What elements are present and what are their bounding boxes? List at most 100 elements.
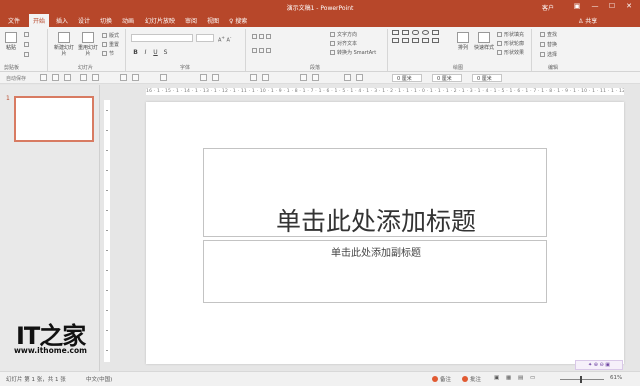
autosave-label[interactable]: 自动保存 xyxy=(6,75,26,82)
format-painter-button[interactable] xyxy=(24,52,31,58)
paste-button[interactable]: 粘贴 xyxy=(2,32,20,51)
redo-icon[interactable] xyxy=(64,74,71,81)
shape-size-box[interactable]: 0 厘米 xyxy=(472,74,502,82)
slide-thumbnail[interactable] xyxy=(14,96,94,142)
font-size-combo[interactable] xyxy=(196,34,214,42)
tab-transitions[interactable]: 切换 xyxy=(100,16,112,25)
rectangle-shape-icon[interactable] xyxy=(392,30,399,35)
crop-icon[interactable] xyxy=(212,74,219,81)
cut-icon xyxy=(24,32,29,37)
shapes-gallery[interactable] xyxy=(392,30,450,54)
touch-mode-icon[interactable] xyxy=(92,74,99,81)
zoom-slider-knob[interactable] xyxy=(580,376,582,383)
text-direction-button[interactable]: 文字方向 xyxy=(330,32,357,38)
tab-view[interactable]: 视图 xyxy=(207,16,219,25)
underline-button[interactable]: U xyxy=(151,49,160,56)
draw-table-icon[interactable] xyxy=(160,74,167,81)
callout-shape-icon[interactable] xyxy=(432,38,439,43)
save-icon[interactable] xyxy=(40,74,47,81)
shape-height-box[interactable]: 0 厘米 xyxy=(392,74,422,82)
title-placeholder[interactable]: 单击此处添加标题 xyxy=(203,148,547,237)
tab-file[interactable]: 文件 xyxy=(8,16,20,25)
ribbon-display-options-icon[interactable]: ▣ xyxy=(572,2,582,10)
bring-forward-icon[interactable] xyxy=(300,74,307,81)
normal-view-icon[interactable]: ▣ xyxy=(494,375,499,381)
picture-icon[interactable] xyxy=(200,74,207,81)
strikethrough-button[interactable]: S xyxy=(161,49,170,56)
close-icon[interactable]: ✕ xyxy=(624,2,634,10)
shape-effects-button[interactable]: 形状效果 xyxy=(497,50,524,56)
tell-me-search[interactable]: ♀ 搜索 xyxy=(229,16,247,25)
bold-button[interactable]: B xyxy=(131,49,140,56)
tab-review[interactable]: 审阅 xyxy=(185,16,197,25)
star-shape-icon[interactable] xyxy=(412,38,419,43)
quick-styles-button[interactable]: 快速样式 xyxy=(474,32,494,51)
rounded-rect-shape-icon[interactable] xyxy=(412,30,419,35)
start-slideshow-icon[interactable] xyxy=(80,74,87,81)
smartart-button[interactable]: 转换为 SmartArt xyxy=(330,50,376,56)
line-shape-icon[interactable] xyxy=(432,30,439,35)
zoom-slider[interactable] xyxy=(560,376,604,383)
maximize-icon[interactable]: ☐ xyxy=(607,2,617,10)
triangle-shape-icon[interactable] xyxy=(392,38,399,43)
grow-shrink-font[interactable]: A+ A- xyxy=(218,35,231,44)
tab-slideshow[interactable]: 幻灯片放映 xyxy=(145,16,175,25)
shape-outline-icon xyxy=(497,41,502,46)
font-color-icon[interactable] xyxy=(120,74,127,81)
arrange-button[interactable]: 排列 xyxy=(454,32,472,51)
oval-shape-icon[interactable] xyxy=(422,30,429,35)
shape-effects-icon xyxy=(497,50,502,55)
align-buttons[interactable] xyxy=(252,48,273,54)
cut-button[interactable] xyxy=(24,32,31,38)
arrow-shape-icon[interactable] xyxy=(402,38,409,43)
align-objects-icon[interactable] xyxy=(344,74,351,81)
ungroup-icon[interactable] xyxy=(262,74,269,81)
subtitle-placeholder[interactable]: 单击此处添加副标题 xyxy=(203,240,547,303)
replace-button[interactable]: 替换 xyxy=(540,42,557,48)
brace-shape-icon[interactable] xyxy=(422,38,429,43)
user-account[interactable]: 客户 xyxy=(542,3,554,12)
bullets-button[interactable] xyxy=(252,34,273,40)
new-slide-button[interactable]: 新建幻灯片 xyxy=(54,32,74,57)
tab-insert[interactable]: 插入 xyxy=(56,16,68,25)
textbox-shape-icon[interactable] xyxy=(402,30,409,35)
ruler-tick xyxy=(106,210,108,211)
highlight-icon[interactable] xyxy=(132,74,139,81)
italic-button[interactable]: I xyxy=(141,49,150,56)
shape-fill-button[interactable]: 形状填充 xyxy=(497,32,524,38)
shape-outline-button[interactable]: 形状轮廓 xyxy=(497,41,524,47)
shape-width-box[interactable]: 0 厘米 xyxy=(432,74,462,82)
undo-icon[interactable] xyxy=(52,74,59,81)
reading-view-icon[interactable]: ▤ xyxy=(518,375,523,381)
copy-button[interactable] xyxy=(24,42,31,48)
comments-button[interactable]: 批注 xyxy=(462,375,481,383)
slide-canvas[interactable]: 单击此处添加标题 单击此处添加副标题 xyxy=(146,102,624,364)
send-backward-icon[interactable] xyxy=(312,74,319,81)
group-icon[interactable] xyxy=(250,74,257,81)
language-status[interactable]: 中文(中国) xyxy=(86,375,112,383)
zoom-level[interactable]: 61% xyxy=(610,375,622,381)
zoom-fit-panel[interactable]: ✦ ⊕ ⊖ ▣ xyxy=(575,360,623,370)
section-button[interactable]: 节 xyxy=(102,51,114,57)
reuse-slides-button[interactable]: 重用幻灯片 xyxy=(78,32,98,57)
rotate-icon[interactable] xyxy=(356,74,363,81)
notes-button[interactable]: 备注 xyxy=(432,375,451,383)
minimize-icon[interactable]: — xyxy=(590,2,600,10)
font-name-combo[interactable] xyxy=(131,34,193,42)
tab-design[interactable]: 设计 xyxy=(78,16,90,25)
ruler-tick xyxy=(106,230,108,231)
layout-button[interactable]: 版式 xyxy=(102,33,119,39)
ruler-tick xyxy=(106,350,108,351)
select-button[interactable]: 选择 xyxy=(540,52,557,58)
layout-icon xyxy=(102,33,107,38)
tab-home[interactable]: 开始 xyxy=(29,14,50,27)
slide-sorter-icon[interactable]: ▦ xyxy=(506,375,511,381)
align-text-button[interactable]: 对齐文本 xyxy=(330,41,357,47)
share-button[interactable]: ♙ 共享 xyxy=(578,16,597,25)
slideshow-view-icon[interactable]: ▭ xyxy=(530,375,535,381)
tab-animations[interactable]: 动画 xyxy=(122,16,134,25)
reset-button[interactable]: 重置 xyxy=(102,42,119,48)
find-button[interactable]: 查找 xyxy=(540,32,557,38)
bullets-icon xyxy=(252,34,257,39)
smartart-icon xyxy=(330,50,335,55)
